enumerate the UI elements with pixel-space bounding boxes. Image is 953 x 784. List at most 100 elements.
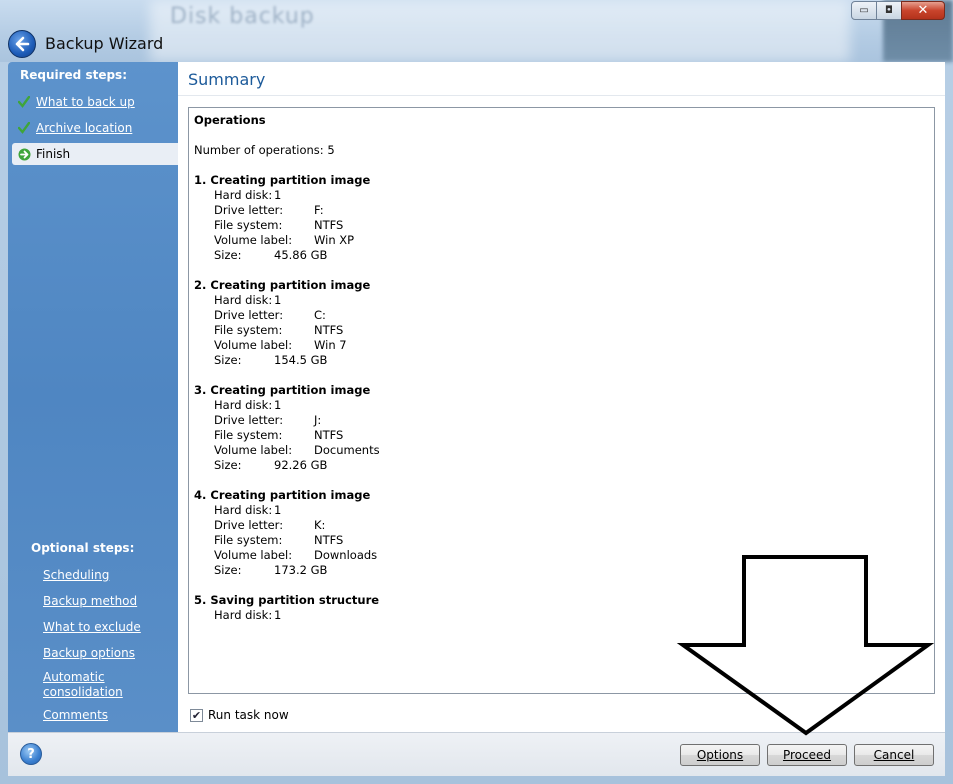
field-value: NTFS — [314, 218, 344, 232]
field-value: 92.26 GB — [274, 458, 328, 472]
field-value: Win XP — [314, 233, 355, 247]
operation-title: 3. Creating partition image — [194, 383, 371, 397]
operation-field: File system: NTFS — [194, 323, 929, 338]
field-value: K: — [314, 518, 326, 532]
field-value: NTFS — [314, 533, 344, 547]
close-button[interactable]: ✕ — [901, 1, 945, 20]
operation-field: Drive letter: K: — [194, 518, 929, 533]
field-key: File system: — [214, 428, 283, 442]
field-value: 1 — [274, 293, 282, 307]
operation-field: Volume label: Documents — [194, 443, 929, 458]
sidebar-item-label: Archive location — [36, 121, 133, 135]
field-key: Drive letter: — [214, 413, 284, 427]
field-value: 1 — [274, 188, 282, 202]
operation-field: Hard disk: 1 — [194, 608, 929, 623]
operation-field: Hard disk: 1 — [194, 503, 929, 518]
operation-field: Size: 45.86 GB — [194, 248, 929, 263]
field-value: F: — [314, 203, 324, 217]
field-value: 1 — [274, 608, 282, 622]
field-value: Win 7 — [314, 338, 347, 352]
field-key: Volume label: — [214, 233, 293, 247]
back-arrow-icon — [15, 36, 30, 52]
field-key: Drive letter: — [214, 203, 284, 217]
wizard-title: Backup Wizard — [45, 34, 164, 53]
footer-bar: ? Options Proceed Cancel — [8, 732, 945, 776]
background-window-title: Disk backup — [170, 4, 315, 29]
field-value: Documents — [314, 443, 380, 457]
sidebar-item-finish[interactable]: Finish — [12, 143, 178, 165]
back-button[interactable] — [8, 30, 36, 58]
number-of-operations: Number of operations: 5 — [194, 143, 335, 157]
field-value: NTFS — [314, 428, 344, 442]
field-key: Hard disk: — [214, 503, 273, 517]
operation-field: Hard disk: 1 — [194, 188, 929, 203]
field-key: Volume label: — [214, 548, 293, 562]
cancel-button[interactable]: Cancel — [854, 744, 934, 766]
minimize-button[interactable]: ▭ — [851, 1, 877, 20]
sidebar-item-what-to-exclude[interactable]: What to exclude — [43, 620, 141, 635]
sidebar-item-backup-method[interactable]: Backup method — [43, 594, 137, 609]
sidebar-item-what-to-back-up[interactable]: What to back up — [16, 91, 135, 113]
operations-list: 1. Creating partition image Hard disk: 1 Dr… — [194, 173, 929, 623]
field-value: 154.5 GB — [274, 353, 328, 367]
operation-field: Volume label: Downloads — [194, 548, 929, 563]
operation-field: Volume label: Win XP — [194, 233, 929, 248]
field-key: File system: — [214, 533, 283, 547]
operation-block: 3. Creating partition image Hard disk: 1 Dr… — [194, 383, 929, 473]
operation-title: 4. Creating partition image — [194, 488, 371, 502]
operation-block: 5. Saving partition structure Hard disk: 1 — [194, 593, 929, 623]
summary-box[interactable]: Operations Number of operations: 5 1. Cr… — [188, 107, 935, 694]
field-value: J: — [314, 413, 322, 427]
field-value: Downloads — [314, 548, 378, 562]
operation-field: Drive letter: F: — [194, 203, 929, 218]
checkbox-checked-icon[interactable]: ✔ — [190, 708, 203, 722]
operation-field: File system: NTFS — [194, 533, 929, 548]
field-value: 45.86 GB — [274, 248, 328, 262]
field-key: Drive letter: — [214, 308, 284, 322]
field-key: Hard disk: — [214, 398, 273, 412]
operation-field: File system: NTFS — [194, 218, 929, 233]
sidebar-item-comments[interactable]: Comments — [43, 708, 108, 723]
divider — [178, 95, 945, 96]
field-value: NTFS — [314, 323, 344, 337]
run-task-now-label: Run task now — [208, 708, 289, 722]
options-button[interactable]: Options — [680, 744, 760, 766]
sidebar-item-archive-location[interactable]: Archive location — [16, 117, 132, 139]
field-key: Size: — [214, 458, 242, 472]
field-key: Hard disk: — [214, 293, 273, 307]
field-value: 173.2 GB — [274, 563, 328, 577]
field-value: 1 — [274, 503, 282, 517]
run-task-now-checkbox[interactable]: ✔ Run task now — [190, 708, 289, 722]
operation-title: 2. Creating partition image — [194, 278, 371, 292]
main-panel: Summary Operations Number of operations:… — [178, 62, 945, 732]
sidebar-item-scheduling[interactable]: Scheduling — [43, 568, 109, 583]
operation-block: 4. Creating partition image Hard disk: 1 Dr… — [194, 488, 929, 578]
field-key: File system: — [214, 218, 283, 232]
field-key: Size: — [214, 248, 242, 262]
field-value: C: — [314, 308, 326, 322]
operations-heading: Operations — [194, 113, 266, 127]
sidebar: Required steps: What to back up Archive … — [8, 62, 178, 732]
sidebar-item-label: What to back up — [36, 95, 135, 109]
field-key: Drive letter: — [214, 518, 284, 532]
field-value: 1 — [274, 398, 282, 412]
sidebar-item-backup-options[interactable]: Backup options — [43, 646, 135, 661]
checkmark-icon — [16, 94, 32, 110]
operation-block: 2. Creating partition image Hard disk: 1 Dr… — [194, 278, 929, 368]
field-key: Hard disk: — [214, 188, 273, 202]
current-step-arrow-icon — [16, 146, 32, 162]
field-key: Size: — [214, 353, 242, 367]
maximize-button[interactable]: ◘ — [876, 1, 902, 20]
field-key: Size: — [214, 563, 242, 577]
operation-field: Drive letter: J: — [194, 413, 929, 428]
operation-title: 1. Creating partition image — [194, 173, 371, 187]
window-controls: ▭ ◘ ✕ — [851, 1, 945, 20]
field-key: Volume label: — [214, 443, 293, 457]
field-key: File system: — [214, 323, 283, 337]
sidebar-item-automatic-consolidation[interactable]: Automatic consolidation — [43, 670, 133, 700]
operation-field: Hard disk: 1 — [194, 293, 929, 308]
help-icon[interactable]: ? — [20, 743, 42, 765]
proceed-button[interactable]: Proceed — [767, 744, 847, 766]
operation-field: Hard disk: 1 — [194, 398, 929, 413]
field-key: Hard disk: — [214, 608, 273, 622]
